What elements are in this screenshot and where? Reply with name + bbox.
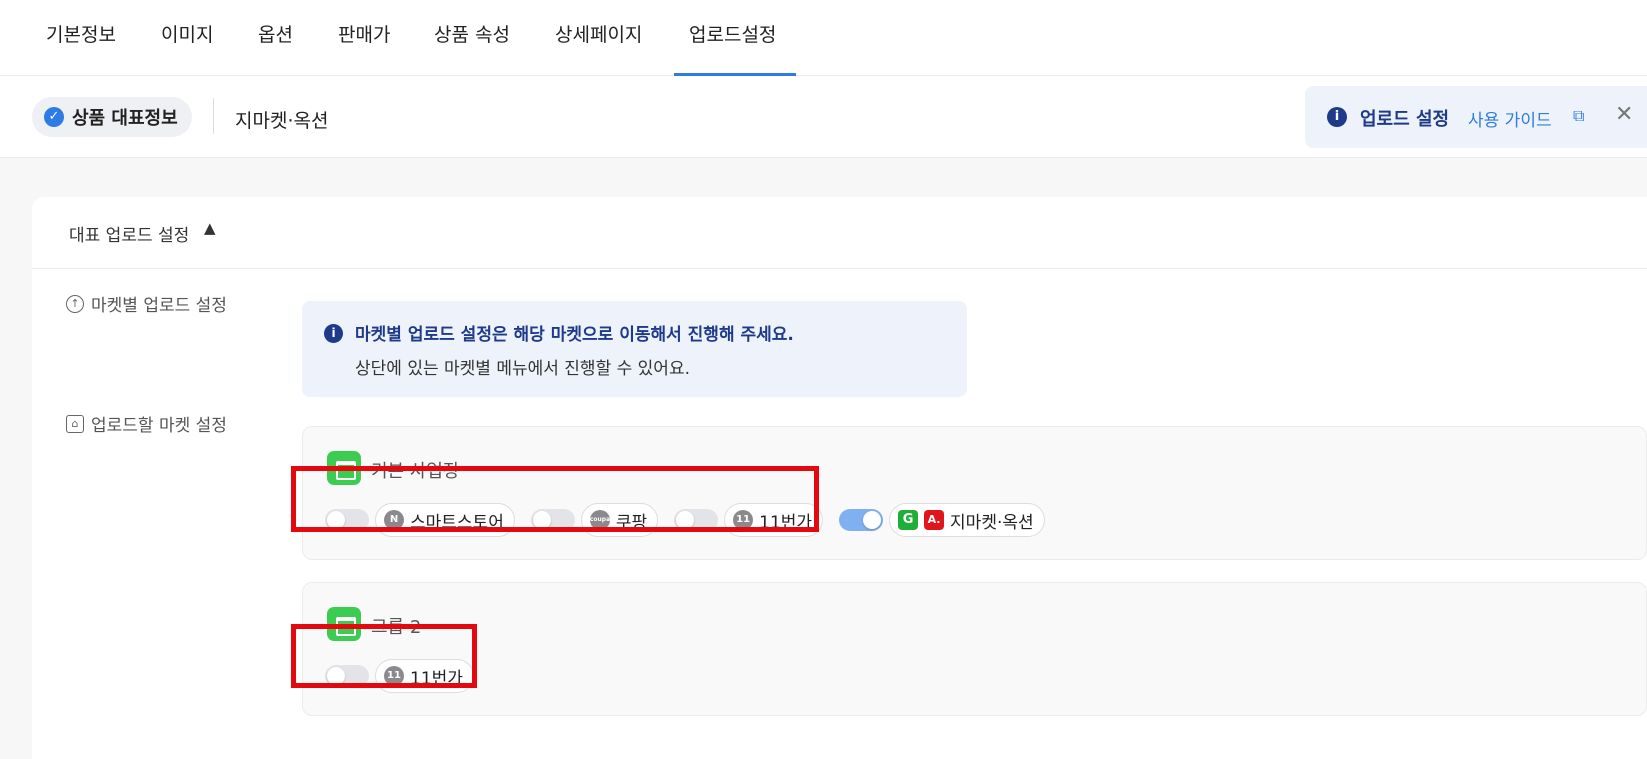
info-line-1: 마켓별 업로드 설정은 해당 마켓으로 이동해서 진행해 주세요. bbox=[355, 325, 794, 345]
info-line-2: 상단에 있는 마켓별 메뉴에서 진행할 수 있어요. bbox=[355, 359, 690, 379]
market-upload-label-row: ↑ 마켓별 업로드 설정 bbox=[66, 291, 227, 316]
tab-gmarket-auction[interactable]: 지마켓·옥션 bbox=[235, 106, 328, 133]
usage-guide-link[interactable]: 사용 가이드 bbox=[1468, 106, 1552, 131]
card-header[interactable]: 대표 업로드 설정 ▲ bbox=[32, 197, 1647, 269]
market-upload-info-box: i 마켓별 업로드 설정은 해당 마켓으로 이동해서 진행해 주세요. 상단에 … bbox=[302, 301, 967, 397]
tab-options[interactable]: 옵션 bbox=[258, 0, 293, 76]
tab-detail-page[interactable]: 상세페이지 bbox=[555, 0, 642, 76]
tab-basic-info[interactable]: 기본정보 bbox=[46, 0, 116, 76]
tab-product-main-info[interactable]: ✓ 상품 대표정보 bbox=[32, 97, 192, 137]
tab-upload-settings[interactable]: 업로드설정 bbox=[674, 0, 796, 76]
market-name: 지마켓·옥션 bbox=[950, 512, 1034, 533]
store-icon: ⌂ bbox=[66, 414, 84, 433]
sub-header: ✓ 상품 대표정보 지마켓·옥션 i 업로드 설정 사용 가이드 ⧉ ✕ bbox=[0, 76, 1647, 158]
market-chip-gmarket-auction: G A. 지마켓·옥션 bbox=[889, 503, 1045, 537]
card-title: 대표 업로드 설정 bbox=[69, 226, 190, 246]
collapse-icon[interactable]: ▲ bbox=[204, 219, 216, 237]
info-icon: i bbox=[324, 324, 343, 343]
top-tab-bar: 기본정보 이미지 옵션 판매가 상품 속성 상세페이지 업로드설정 bbox=[0, 0, 1647, 76]
auction-icon: A. bbox=[924, 510, 945, 530]
highlight-box bbox=[291, 466, 819, 532]
upload-market-label: 업로드할 마켓 설정 bbox=[91, 416, 227, 436]
close-icon[interactable]: ✕ bbox=[1615, 102, 1633, 127]
highlight-box bbox=[291, 624, 477, 688]
info-icon: i bbox=[1327, 107, 1347, 127]
tab-images[interactable]: 이미지 bbox=[161, 0, 213, 76]
gmarket-auction-toggle[interactable] bbox=[839, 509, 884, 531]
pill-label: 상품 대표정보 bbox=[72, 108, 178, 129]
check-icon: ✓ bbox=[44, 107, 64, 127]
upload-guide-banner: i 업로드 설정 사용 가이드 ⧉ ✕ bbox=[1305, 86, 1647, 148]
upload-settings-card: 대표 업로드 설정 ▲ ↑ 마켓별 업로드 설정 i 마켓별 업로드 설정은 해… bbox=[32, 197, 1647, 759]
external-link-icon[interactable]: ⧉ bbox=[1573, 106, 1584, 126]
gmarket-icon: G bbox=[898, 510, 919, 530]
guide-title: 업로드 설정 bbox=[1360, 109, 1450, 130]
market-upload-label: 마켓별 업로드 설정 bbox=[91, 296, 227, 316]
market-group-2: 그룹 2 11 11번가 bbox=[302, 582, 1647, 716]
tab-attributes[interactable]: 상품 속성 bbox=[434, 0, 510, 76]
divider bbox=[213, 98, 214, 134]
upload-market-label-row: ⌂ 업로드할 마켓 설정 bbox=[66, 411, 227, 436]
tab-price[interactable]: 판매가 bbox=[338, 0, 390, 76]
upload-icon: ↑ bbox=[66, 294, 84, 313]
